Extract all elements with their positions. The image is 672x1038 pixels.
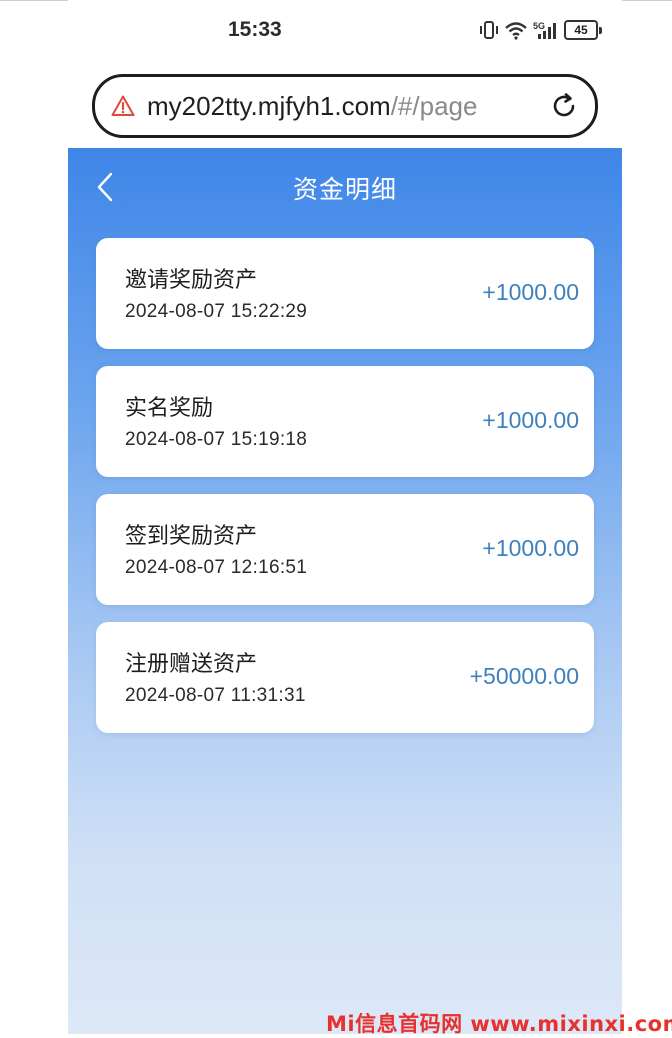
status-icons: 5G 45 bbox=[479, 19, 602, 41]
record-time: 2024-08-07 15:19:18 bbox=[125, 429, 308, 450]
record-name: 邀请奖励资产 bbox=[125, 268, 258, 293]
phone-screen: 15:33 5G 45 my202tty.mjfyh1.com/#/page 资… bbox=[68, 0, 622, 1034]
signal-5g-icon: 5G bbox=[533, 21, 556, 39]
wifi-icon bbox=[505, 22, 527, 40]
list-item[interactable]: 实名奖励 2024-08-07 15:19:18 +1000.00 bbox=[96, 366, 594, 477]
battery-indicator: 45 bbox=[564, 20, 602, 40]
record-amount: +1000.00 bbox=[482, 407, 579, 433]
record-amount: +1000.00 bbox=[482, 535, 579, 561]
status-bar: 15:33 5G 45 bbox=[68, 0, 622, 60]
svg-text:5G: 5G bbox=[533, 21, 545, 31]
battery-tip bbox=[599, 26, 602, 34]
url-text[interactable]: my202tty.mjfyh1.com/#/page bbox=[147, 91, 519, 122]
status-time: 15:33 bbox=[228, 18, 282, 41]
vibrate-icon bbox=[480, 21, 498, 39]
url-path: /#/page bbox=[390, 90, 478, 121]
battery-level: 45 bbox=[564, 20, 598, 40]
record-time: 2024-08-07 12:16:51 bbox=[125, 557, 308, 578]
record-name: 实名奖励 bbox=[125, 396, 214, 421]
address-bar[interactable]: my202tty.mjfyh1.com/#/page bbox=[92, 74, 598, 138]
record-time: 2024-08-07 15:22:29 bbox=[125, 301, 308, 322]
page-title: 资金明细 bbox=[292, 175, 397, 204]
app-header: 资金明细 bbox=[68, 148, 622, 226]
app-content: 资金明细 邀请奖励资产 2024-08-07 15:22:29 +1000.00… bbox=[68, 148, 622, 1034]
reload-icon[interactable] bbox=[549, 91, 579, 121]
list-item[interactable]: 签到奖励资产 2024-08-07 12:16:51 +1000.00 bbox=[96, 494, 594, 605]
record-name: 签到奖励资产 bbox=[125, 524, 258, 549]
record-amount: +1000.00 bbox=[482, 279, 579, 305]
record-amount: +50000.00 bbox=[469, 663, 579, 689]
list-item[interactable]: 邀请奖励资产 2024-08-07 15:22:29 +1000.00 bbox=[96, 238, 594, 349]
list-item[interactable]: 注册赠送资产 2024-08-07 11:31:31 +50000.00 bbox=[96, 622, 594, 733]
record-time: 2024-08-07 11:31:31 bbox=[125, 685, 306, 706]
record-name: 注册赠送资产 bbox=[125, 652, 258, 677]
url-host: my202tty.mjfyh1.com bbox=[147, 90, 391, 121]
warning-icon[interactable] bbox=[111, 94, 135, 118]
